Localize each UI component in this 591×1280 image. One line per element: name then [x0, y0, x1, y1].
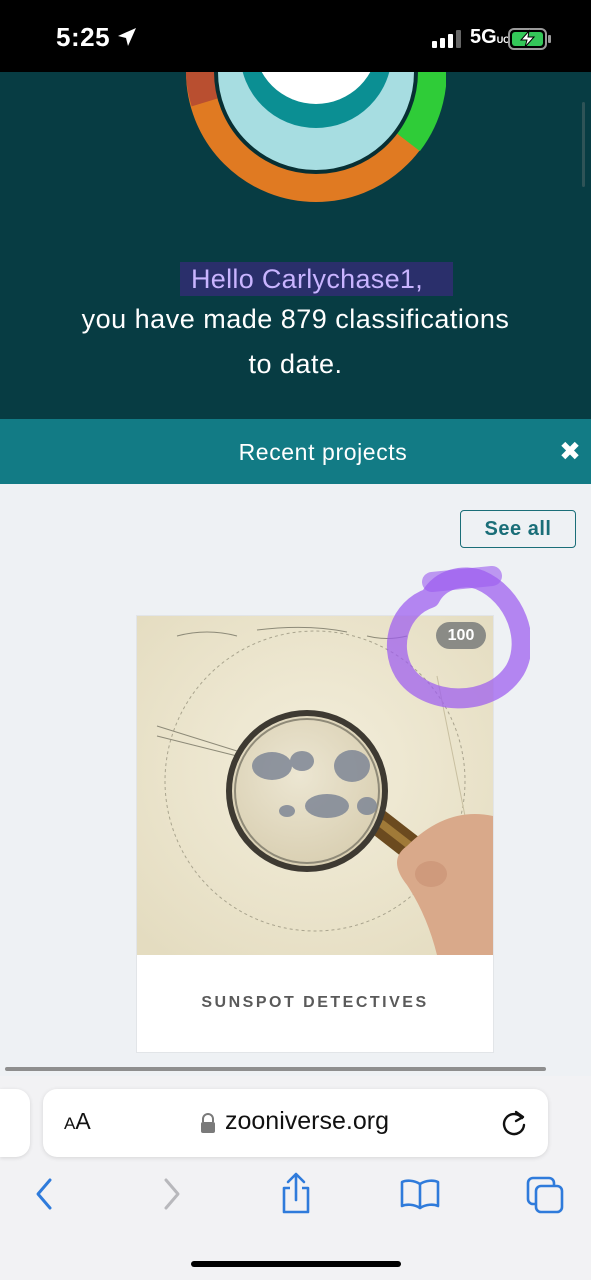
horizontal-scrollbar[interactable]: [5, 1067, 546, 1071]
sunspot-magnifier-illustration: [137, 616, 493, 955]
cellular-signal-icon: [432, 30, 461, 48]
profile-hero: Hello Carlychase1, you have made 879 cla…: [0, 72, 591, 419]
recent-projects-title: Recent projects: [238, 439, 408, 465]
project-name[interactable]: SUNSPOT DETECTIVES: [137, 994, 493, 1012]
tabs-icon[interactable]: [526, 1176, 564, 1214]
previous-tab-preview[interactable]: [0, 1089, 30, 1157]
back-chevron-icon[interactable]: [32, 1176, 56, 1212]
recent-projects-header: Recent projects: [0, 419, 591, 484]
battery-charging-icon: [508, 28, 551, 50]
see-all-button[interactable]: See all: [460, 510, 576, 548]
status-bar: 5:25 5GUC: [0, 0, 591, 72]
bookmarks-icon[interactable]: [400, 1178, 440, 1210]
avatar-progress-ring-icon: [186, 72, 446, 202]
reload-icon[interactable]: [502, 1108, 528, 1138]
url-text[interactable]: zooniverse.org: [225, 1107, 389, 1136]
project-image[interactable]: [137, 616, 493, 955]
close-icon[interactable]: ✖: [557, 438, 583, 464]
text-size-button[interactable]: AA: [64, 1108, 91, 1135]
home-indicator[interactable]: [191, 1261, 401, 1267]
location-arrow-icon: [118, 28, 136, 46]
project-card[interactable]: SUNSPOT DETECTIVES: [137, 616, 493, 1052]
network-type: 5GUC: [470, 26, 510, 48]
share-icon[interactable]: [280, 1172, 312, 1214]
project-count-badge: 100: [436, 622, 486, 649]
classification-count-line-2: to date.: [248, 349, 343, 379]
classification-count-line-1: you have made 879 classifications: [81, 304, 510, 334]
page-scroll-indicator: [582, 102, 585, 187]
status-time: 5:25: [56, 22, 111, 52]
lock-icon: [201, 1113, 215, 1133]
greeting-text: Hello Carlychase1,: [180, 262, 453, 296]
forward-chevron-icon[interactable]: [160, 1176, 184, 1212]
